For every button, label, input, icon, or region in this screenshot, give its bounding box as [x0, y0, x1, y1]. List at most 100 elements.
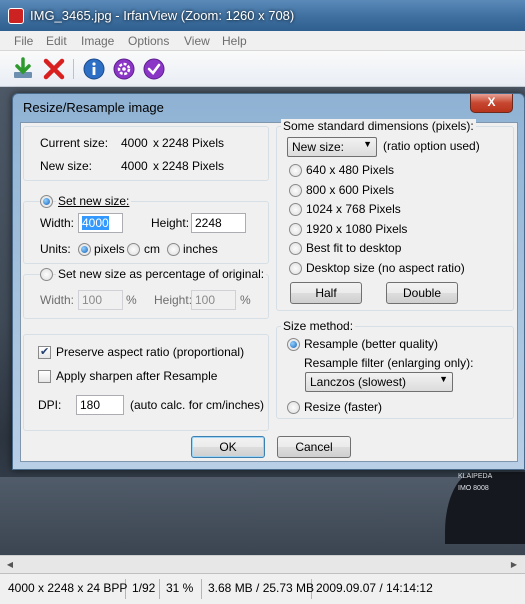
photo-ship-imo: IMO 8008: [458, 485, 489, 492]
units-label: Units:: [40, 242, 71, 256]
resample-filter-label: Resample filter (enlarging only):: [304, 356, 474, 370]
dpi-input[interactable]: 180: [76, 395, 124, 415]
percentage-label: Set new size as percentage of original:: [56, 267, 267, 281]
toolbar: [0, 51, 525, 87]
preserve-aspect-checkbox[interactable]: [38, 345, 51, 359]
unit-cm-label: cm: [144, 242, 160, 256]
photo-ship-hull: [445, 472, 525, 544]
cancel-button[interactable]: Cancel: [277, 436, 351, 458]
apply-sharpen-label: Apply sharpen after Resample: [56, 369, 218, 383]
set-new-size-label: Set new size:: [56, 194, 132, 208]
menu-view[interactable]: View: [184, 34, 210, 48]
resample-filter-value: Lanczos (slowest): [310, 375, 407, 389]
width-input[interactable]: 4000: [78, 213, 123, 233]
dialog-body: Current size: 4000 x 2248 Pixels New siz…: [20, 119, 518, 462]
menu-edit[interactable]: Edit: [46, 34, 67, 48]
unit-inches-radio[interactable]: [167, 243, 180, 256]
ratio-option-note: (ratio option used): [383, 139, 480, 153]
options-group: Preserve aspect ratio (proportional) App…: [23, 334, 269, 431]
double-button[interactable]: Double: [386, 282, 458, 304]
dialog-title: Resize/Resample image: [23, 100, 164, 115]
photo-ship-name: KLAIPEDA: [458, 473, 493, 480]
current-size-label: Current size:: [40, 136, 109, 150]
save-icon[interactable]: [11, 57, 35, 81]
current-size-unit: Pixels: [192, 136, 225, 150]
dialog-close-button[interactable]: X: [470, 94, 513, 113]
status-zoom: 31 %: [162, 579, 202, 599]
status-index: 1/92: [128, 579, 160, 599]
std-800-radio[interactable]: [289, 184, 302, 197]
status-dimensions: 4000 x 2248 x 24 BPP: [4, 579, 127, 599]
size-method-group: Size method: Resample (better quality) R…: [276, 319, 514, 419]
pct-height-label: Height:: [154, 293, 193, 307]
settings-icon[interactable]: [112, 57, 136, 81]
new-size-x: x: [153, 159, 159, 173]
horizontal-scrollbar[interactable]: ◀ ▶: [0, 555, 525, 573]
pct-width-input[interactable]: 100: [78, 290, 123, 310]
new-size-unit: Pixels: [192, 159, 225, 173]
current-size-width: 4000: [121, 136, 148, 150]
unit-cm-radio[interactable]: [127, 243, 140, 256]
best-fit-radio[interactable]: [289, 242, 302, 255]
menu-image[interactable]: Image: [81, 34, 114, 48]
chevron-down-icon: ▼: [363, 139, 372, 149]
desktop-size-radio[interactable]: [289, 262, 302, 275]
current-size-x: x: [153, 136, 159, 150]
height-label: Height:: [151, 216, 190, 230]
std-640-radio[interactable]: [289, 164, 302, 177]
toolbar-separator: [73, 59, 74, 79]
resample-radio[interactable]: [287, 338, 300, 351]
unit-pixels-label: pixels: [94, 242, 125, 256]
info-icon[interactable]: [82, 57, 106, 81]
desktop-size-label: Desktop size (no aspect ratio): [306, 261, 465, 275]
scroll-left-icon[interactable]: ◀: [3, 558, 17, 572]
resize-radio[interactable]: [287, 401, 300, 414]
window-title: IMG_3465.jpg - IrfanView (Zoom: 1260 x 7…: [30, 8, 295, 23]
half-button[interactable]: Half: [290, 282, 362, 304]
height-input[interactable]: 2248: [191, 213, 246, 233]
std-1024-label: 1024 x 768 Pixels: [306, 202, 401, 216]
ok-button[interactable]: OK: [191, 436, 265, 458]
menu-options[interactable]: Options: [128, 34, 169, 48]
best-fit-label: Best fit to desktop: [306, 241, 402, 255]
resample-label: Resample (better quality): [304, 337, 439, 351]
menu-help[interactable]: Help: [222, 34, 247, 48]
menu-file[interactable]: File: [14, 34, 33, 48]
width-value: 4000: [82, 216, 109, 230]
status-bar: 4000 x 2248 x 24 BPP 1/92 31 % 3.68 MB /…: [0, 573, 525, 604]
pct-width-label: Width:: [40, 293, 75, 307]
status-datetime: 2009.09.07 / 14:14:12: [316, 581, 433, 595]
width-label: Width:: [40, 216, 75, 230]
new-size-label: New size:: [40, 159, 93, 173]
delete-icon[interactable]: [42, 57, 66, 81]
resize-label: Resize (faster): [304, 400, 383, 414]
new-size-height: 2248: [162, 159, 189, 173]
unit-pixels-radio[interactable]: [78, 243, 91, 256]
current-size-height: 2248: [162, 136, 189, 150]
standard-size-value: New size:: [292, 140, 345, 154]
std-1024-radio[interactable]: [289, 203, 302, 216]
pct-height-sign: %: [240, 293, 251, 307]
status-memory: 3.68 MB / 25.73 MB: [204, 579, 314, 599]
unit-inches-label: inches: [183, 242, 218, 256]
dpi-note: (auto calc. for cm/inches): [130, 398, 265, 412]
menu-bar: File Edit Image Options View Help: [0, 31, 525, 51]
std-640-label: 640 x 480 Pixels: [306, 163, 395, 177]
apply-sharpen-checkbox[interactable]: [38, 370, 51, 383]
irfanview-app-icon: [8, 8, 24, 24]
standard-dimensions-group: Some standard dimensions (pixels): New s…: [276, 119, 514, 311]
chevron-down-icon: ▼: [439, 374, 448, 384]
resample-filter-select[interactable]: Lanczos (slowest) ▼: [305, 372, 453, 392]
percentage-group: Set new size as percentage of original: …: [23, 267, 269, 319]
std-1920-radio[interactable]: [289, 223, 302, 236]
new-size-width: 4000: [121, 159, 148, 173]
about-icon[interactable]: [142, 57, 166, 81]
percentage-radio[interactable]: [40, 268, 53, 281]
pct-height-input[interactable]: 100: [191, 290, 236, 310]
standard-size-select[interactable]: New size: ▼: [287, 137, 377, 157]
set-new-size-group: Set new size: Width: 4000 Height: 2248 U…: [23, 194, 269, 264]
scroll-right-icon[interactable]: ▶: [507, 558, 521, 572]
set-new-size-radio[interactable]: [40, 195, 53, 208]
standard-dimensions-label: Some standard dimensions (pixels):: [281, 119, 476, 133]
size-method-label: Size method:: [281, 319, 356, 333]
